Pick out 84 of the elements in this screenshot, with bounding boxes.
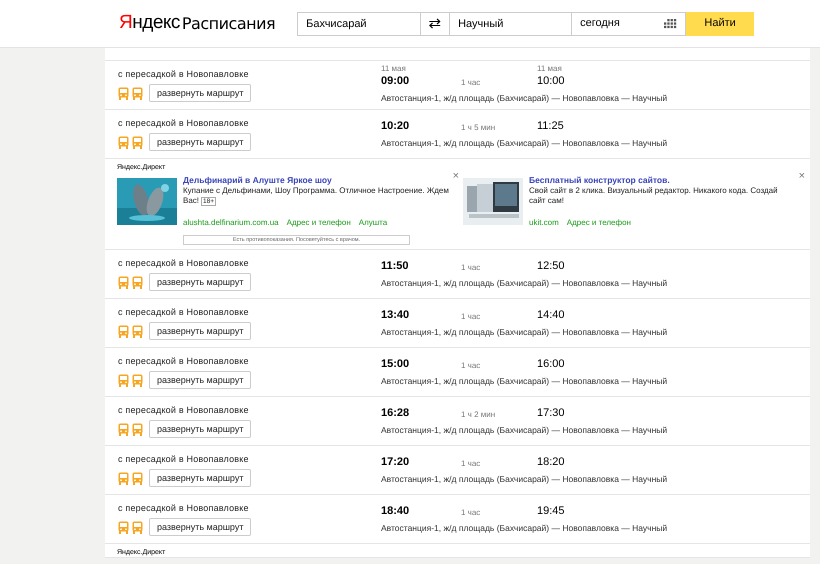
swap-button[interactable]: ⇄ <box>420 12 450 36</box>
calendar-icon[interactable] <box>664 18 678 28</box>
route-text: Автостанция-1, ж/д площадь (Бахчисарай) — Новопавловка — Научный <box>381 276 668 290</box>
transfer-text: с пересадкой в Новопавловке <box>118 68 250 81</box>
transfer-text: с пересадкой в Новопавловке <box>118 502 250 515</box>
transfer-text: с пересадкой в Новопавловке <box>118 354 250 368</box>
arrival-time: 19:45 <box>537 504 565 520</box>
bus-icon <box>118 472 129 485</box>
route-text: Автостанция-1, ж/д площадь (Бахчисарай) — Новопавловка — Научный <box>381 136 668 150</box>
departure-time: 15:00 <box>381 357 410 372</box>
arrival-time: 11:25 <box>537 119 564 134</box>
route-text: Автостанция-1, ж/д площадь (Бахчисарай) — Новопавловка — Научный <box>381 326 668 339</box>
duration-text: 1 час <box>461 262 482 274</box>
transfer-text: с пересадкой в Новопавловке <box>118 256 250 270</box>
bus-icon <box>132 276 143 289</box>
expand-route-button[interactable]: развернуть маршрут <box>149 84 252 102</box>
arrival-time: 14:40 <box>537 308 565 324</box>
from-field[interactable]: Бахчисарай <box>297 12 422 36</box>
bus-icon <box>132 472 143 485</box>
ad-title[interactable]: Бесплатный конструктор сайтов. <box>529 175 795 186</box>
duration-text: 1 час <box>461 76 482 89</box>
bus-icon <box>118 324 129 338</box>
expand-route-button[interactable]: развернуть маршрут <box>149 420 252 438</box>
bus-icon <box>132 136 143 149</box>
close-button[interactable]: × <box>798 171 805 182</box>
date-field[interactable]: сегодня <box>571 12 686 36</box>
duration-text: 1 час <box>461 458 482 470</box>
bus-icon <box>132 422 143 436</box>
departure-date: 11 мая <box>381 65 407 74</box>
duration-text: 1 ч 2 мин <box>461 408 496 421</box>
bus-icon <box>118 374 129 387</box>
expand-route-button[interactable]: развернуть маршрут <box>149 518 252 536</box>
ad-link[interactable]: Алушта <box>358 218 388 227</box>
to-field[interactable]: Научный <box>449 12 572 36</box>
duration-text: 1 час <box>461 506 482 519</box>
expand-route-button[interactable]: развернуть маршрут <box>149 371 252 390</box>
ad-title[interactable]: Дельфинарий в Алуште Яркое шоу <box>183 175 449 186</box>
duration-text: 1 ч 5 мин <box>461 122 496 134</box>
bus-icon <box>132 324 143 338</box>
bus-icon <box>132 520 143 534</box>
arrival-time: 10:00 <box>537 74 565 90</box>
duration-text: 1 час <box>461 310 482 323</box>
logo-product[interactable]: Расписания <box>182 12 276 36</box>
ad-url-link[interactable]: alushta.delfinarium.com.ua <box>183 218 279 227</box>
ad-link[interactable]: Адрес и телефон <box>566 218 631 227</box>
route-text: Автостанция-1, ж/д площадь (Бахчисарай) — Новопавловка — Научный <box>381 424 668 437</box>
close-button[interactable]: × <box>452 171 459 182</box>
expand-route-button[interactable]: развернуть маршрут <box>149 133 252 152</box>
transfer-text: с пересадкой в Новопавловке <box>118 452 250 466</box>
departure-time: 09:00 <box>381 74 410 90</box>
expand-route-button[interactable]: развернуть маршрут <box>149 469 252 488</box>
route-text: Автостанция-1, ж/д площадь (Бахчисарай) — Новопавловка — Научный <box>381 522 668 535</box>
departure-time: 13:40 <box>381 308 410 324</box>
ad-text: Свой сайт в 2 клика. Визуальный редактор. Никакого кода. Создай сайт сам! <box>529 186 779 206</box>
bus-icon <box>118 520 129 534</box>
bus-icon <box>132 374 143 387</box>
departure-time: 16:28 <box>381 406 410 422</box>
transfer-text: с пересадкой в Новопавловке <box>118 116 250 130</box>
departure-time: 18:40 <box>381 504 410 520</box>
bus-icon <box>132 86 143 100</box>
arrival-date: 11 мая <box>537 65 562 74</box>
departure-time: 11:50 <box>381 259 410 274</box>
departure-time: 17:20 <box>381 455 410 470</box>
logo-brand[interactable]: Яндекс <box>119 9 180 38</box>
arrival-time: 12:50 <box>537 259 565 274</box>
bus-icon <box>118 86 129 100</box>
ad-url-link[interactable]: ukit.com <box>529 218 559 227</box>
bus-icon <box>118 422 129 436</box>
ad-link[interactable]: Адрес и телефон <box>286 218 351 227</box>
transfer-text: с пересадкой в Новопавловке <box>118 404 250 417</box>
arrival-time: 16:00 <box>537 357 565 372</box>
arrival-time: 17:30 <box>537 406 565 422</box>
transfer-text: с пересадкой в Новопавловке <box>118 306 250 319</box>
departure-time: 10:20 <box>381 119 410 134</box>
bus-icon <box>118 276 129 289</box>
expand-route-button[interactable]: развернуть маршрут <box>149 322 252 340</box>
duration-text: 1 час <box>461 360 482 372</box>
bus-icon <box>118 136 129 149</box>
route-text: Автостанция-1, ж/д площадь (Бахчисарай) — Новопавловка — Научный <box>381 374 668 388</box>
arrival-time: 18:20 <box>537 455 565 470</box>
route-text: Автостанция-1, ж/д площадь (Бахчисарай) — Новопавловка — Научный <box>381 92 668 105</box>
expand-route-button[interactable]: развернуть маршрут <box>149 273 252 292</box>
route-text: Автостанция-1, ж/д площадь (Бахчисарай) — Новопавловка — Научный <box>381 472 668 486</box>
search-button[interactable]: Найти <box>686 12 754 36</box>
